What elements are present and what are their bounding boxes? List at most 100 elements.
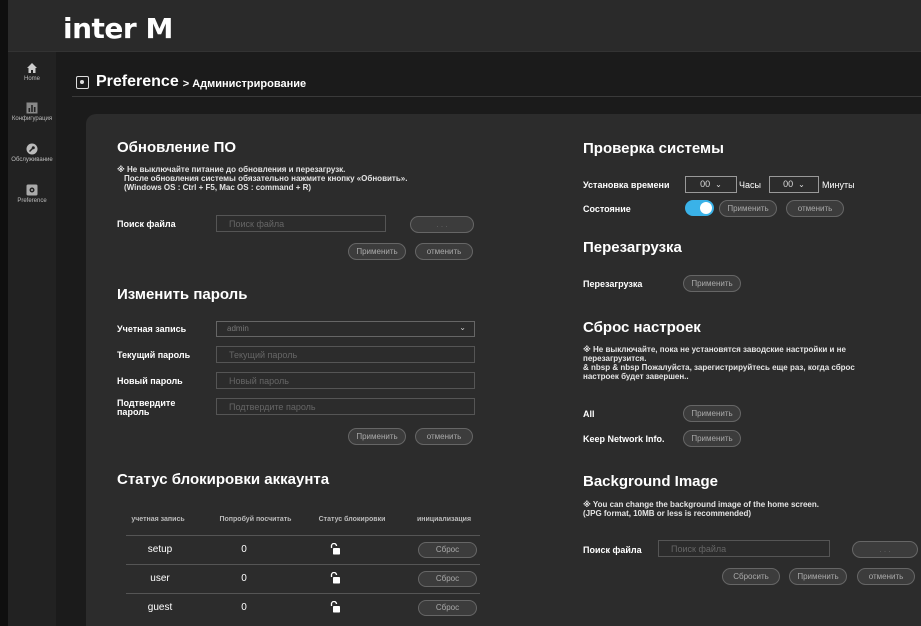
- header-divider: [72, 96, 921, 97]
- wrench-icon: [26, 143, 38, 155]
- confirm-password-input[interactable]: [216, 398, 475, 415]
- factory-reset-note-1: ※ Не выключайте, пока не установятся зав…: [583, 345, 846, 354]
- firmware-file-label: Поиск файла: [117, 219, 176, 229]
- background-browse-button[interactable]: . . .: [852, 541, 918, 558]
- chevron-down-icon: ⌄: [798, 180, 805, 189]
- sidebar-item-label: Конфигурация: [11, 116, 53, 122]
- page-title: Preference: [96, 73, 179, 90]
- minutes-select-value: 00: [783, 179, 794, 189]
- gear-icon: [26, 184, 38, 196]
- unlock-icon: [330, 601, 340, 613]
- current-password-input[interactable]: [216, 346, 475, 363]
- settings-panel: Обновление ПО ※ Не выключайте питание до…: [86, 114, 921, 626]
- sidebar-item-label: Home: [23, 76, 40, 82]
- background-cancel-button[interactable]: отменить: [857, 568, 915, 585]
- account-select[interactable]: admin ⌄: [216, 321, 475, 337]
- background-apply-button[interactable]: Применить: [789, 568, 847, 585]
- new-password-label: Новый пароль: [117, 376, 183, 386]
- password-title: Изменить пароль: [117, 286, 248, 303]
- sidebar-item-label: Preference: [17, 198, 47, 204]
- new-password-input[interactable]: [216, 372, 475, 389]
- preference-icon: [76, 75, 89, 89]
- firmware-browse-button[interactable]: . . .: [410, 216, 474, 233]
- background-reset-button[interactable]: Сбросить: [722, 568, 780, 585]
- account-label: Учетная запись: [117, 324, 187, 334]
- row-attempts: 0: [241, 573, 247, 584]
- password-apply-button[interactable]: Применить: [348, 428, 406, 445]
- sidebar-item-label: Обслуживание: [11, 157, 53, 163]
- sidebar-item-maintenance[interactable]: Обслуживание: [8, 143, 56, 163]
- firmware-note-2: После обновления системы обязательно наж…: [124, 174, 408, 183]
- background-file-input[interactable]: [658, 540, 830, 557]
- reset-button[interactable]: Сброс: [418, 600, 477, 616]
- table-row: user 0 Сброс: [126, 564, 480, 593]
- unlock-icon: [330, 572, 340, 584]
- reset-all-apply-button[interactable]: Применить: [683, 405, 741, 422]
- minutes-unit-label: Минуты: [822, 180, 855, 190]
- background-file-label: Поиск файла: [583, 545, 642, 555]
- reset-button[interactable]: Сброс: [418, 571, 477, 587]
- row-account: setup: [147, 544, 173, 555]
- reboot-label: Перезагрузка: [583, 279, 643, 289]
- table-row: setup 0 Сброс: [126, 535, 480, 564]
- firmware-cancel-button[interactable]: отменить: [415, 243, 473, 260]
- lockout-title: Статус блокировки аккаунта: [117, 471, 330, 488]
- factory-reset-note-4: настроек будет завершен..: [583, 372, 689, 381]
- page-header: Preference > Администрирование: [76, 72, 306, 92]
- factory-reset-title: Сброс настроек: [583, 319, 701, 336]
- col-initialization: инициализация: [416, 516, 472, 523]
- reset-button[interactable]: Сброс: [418, 542, 477, 558]
- col-attempts: Попробуй посчитать: [219, 516, 292, 523]
- main-content: Preference > Администрирование Обновлени…: [56, 52, 921, 626]
- firmware-note-1: ※ Не выключайте питание до обновления и …: [117, 165, 346, 174]
- factory-reset-note-3: & nbsp & nbsp Пожалуйста, зарегистрируйт…: [583, 363, 855, 372]
- state-label: Состояние: [583, 204, 631, 214]
- reset-all-label: All: [583, 409, 595, 419]
- background-note-2: (JPG format, 10MB or less is recommended…: [583, 509, 752, 518]
- row-account: guest: [147, 602, 173, 613]
- reboot-apply-button[interactable]: Применить: [683, 275, 741, 292]
- firmware-title: Обновление ПО: [117, 139, 237, 156]
- unlock-icon: [330, 543, 340, 555]
- top-bar: inter M: [8, 0, 921, 52]
- system-check-apply-button[interactable]: Применить: [719, 200, 777, 217]
- account-select-value: admin: [227, 324, 249, 333]
- hours-select[interactable]: 00 ⌄: [685, 176, 737, 193]
- background-title: Background Image: [583, 473, 719, 490]
- inter-m-logo: inter M: [63, 12, 173, 45]
- background-note-1: ※ You can change the background image of…: [583, 500, 819, 509]
- chevron-down-icon: ⌄: [715, 180, 722, 189]
- current-password-label: Текущий пароль: [117, 350, 191, 360]
- firmware-file-input[interactable]: [216, 215, 386, 232]
- time-setting-label: Установка времени: [583, 180, 670, 190]
- row-attempts: 0: [241, 602, 247, 613]
- table-row: guest 0 Сброс: [126, 593, 480, 622]
- sidebar-item-configuration[interactable]: Конфигурация: [8, 102, 56, 122]
- chart-icon: [26, 102, 38, 114]
- window-edge: [0, 0, 8, 626]
- minutes-select[interactable]: 00 ⌄: [769, 176, 819, 193]
- chevron-down-icon: ⌄: [459, 323, 466, 332]
- state-toggle[interactable]: [685, 200, 714, 216]
- sidebar-item-preference[interactable]: Preference: [8, 184, 56, 204]
- reboot-title: Перезагрузка: [583, 239, 682, 256]
- keep-network-label: Keep Network Info.: [583, 434, 665, 444]
- firmware-note-3: (Windows OS : Ctrl + F5, Mac OS : comman…: [124, 183, 312, 192]
- sidebar-item-home[interactable]: Home: [8, 62, 56, 82]
- firmware-apply-button[interactable]: Применить: [348, 243, 406, 260]
- col-lock-status: Статус блокировки: [318, 516, 386, 523]
- keep-network-apply-button[interactable]: Применить: [683, 430, 741, 447]
- breadcrumb: > Администрирование: [182, 77, 307, 90]
- factory-reset-note-2: перезагрузится.: [583, 354, 647, 363]
- col-account: учетная запись: [131, 516, 185, 523]
- row-attempts: 0: [241, 544, 247, 555]
- hours-select-value: 00: [700, 179, 711, 189]
- row-account: user: [150, 573, 170, 584]
- system-check-title: Проверка системы: [583, 140, 724, 157]
- home-icon: [27, 63, 37, 73]
- hours-unit-label: Часы: [739, 180, 761, 190]
- password-cancel-button[interactable]: отменить: [415, 428, 473, 445]
- system-check-cancel-button[interactable]: отменить: [786, 200, 844, 217]
- sidebar: Home Конфигурация Обслуживание Preferenc…: [8, 52, 56, 626]
- confirm-password-label-2: пароль: [117, 407, 150, 417]
